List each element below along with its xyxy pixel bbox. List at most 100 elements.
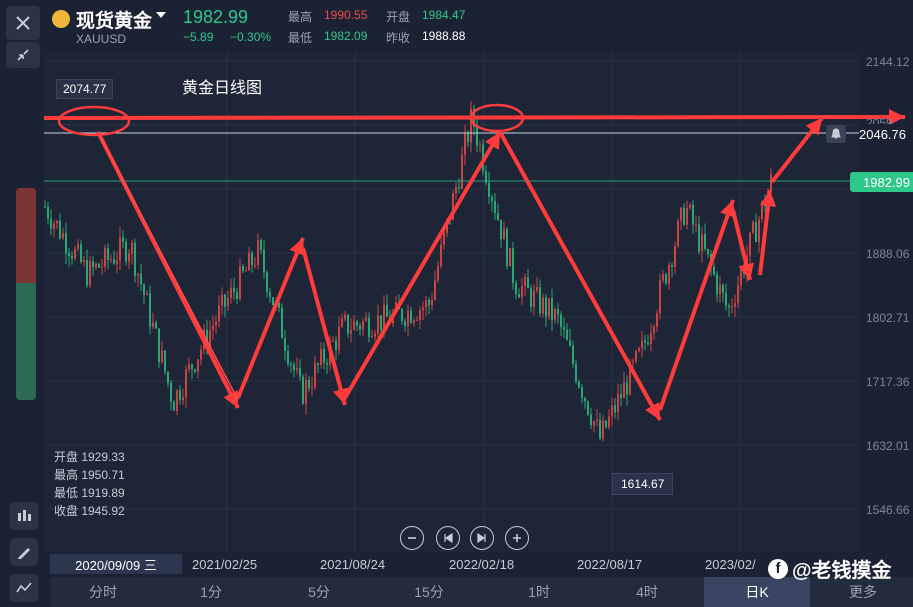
instrument-title[interactable]: 现货黄金 [76, 6, 152, 33]
candle-body [248, 252, 250, 271]
scroll-start-button[interactable] [436, 526, 460, 550]
candle-body [734, 303, 736, 307]
candle-body [338, 326, 340, 350]
candle-body [728, 305, 730, 308]
candle-body [455, 187, 457, 194]
candle-body [188, 364, 190, 370]
candle-body [431, 299, 433, 306]
candle-body [173, 401, 175, 411]
tab-15min[interactable]: 15分 [376, 577, 482, 607]
candle-body [293, 364, 295, 371]
candle-body [443, 232, 445, 245]
price-change-pct: −0.30% [230, 30, 272, 44]
candle-body [422, 307, 424, 310]
tab-4hour[interactable]: 4时 [594, 577, 700, 607]
candle-body [302, 376, 304, 404]
candle-body [662, 274, 664, 280]
candle-body [521, 285, 523, 298]
candle-body [176, 390, 178, 411]
candle-body [212, 325, 214, 331]
candle-body [554, 309, 556, 320]
candle-body [284, 338, 286, 352]
candle-body [488, 182, 490, 197]
trend-arrow [236, 237, 305, 399]
collapse-button[interactable] [6, 42, 40, 68]
high-label: 最高 [288, 10, 313, 24]
open-value: 1984.47 [422, 8, 466, 22]
alert-price-tag[interactable]: 2046.76 [859, 124, 913, 144]
indicators-button[interactable] [10, 502, 38, 530]
candle-body [254, 265, 256, 267]
candle-body [551, 298, 553, 320]
candle-body [533, 290, 535, 307]
price-change: −5.89 [183, 30, 214, 44]
candle-body [245, 270, 247, 272]
candle-body [287, 351, 289, 364]
candle-body [707, 248, 709, 255]
candle-body [56, 220, 58, 224]
x-axis-label: 2021/02/25 [192, 557, 258, 572]
candle-body [494, 201, 496, 213]
candle-body [671, 264, 673, 267]
candle-body [440, 244, 442, 267]
x-axis-label: 2022/02/18 [449, 557, 515, 572]
instrument-symbol: XAUUSD [76, 32, 127, 46]
tab-1min[interactable]: 1分 [158, 577, 264, 607]
candle-body [200, 349, 202, 360]
candle-body [194, 369, 196, 372]
y-axis-label: 1802.71 [866, 311, 910, 325]
candle-body [620, 393, 622, 399]
candle-body [185, 369, 187, 398]
draw-button[interactable] [10, 538, 38, 566]
candle-body [320, 348, 322, 365]
tab-5min[interactable]: 5分 [266, 577, 372, 607]
candle-body [602, 420, 604, 439]
candle-body [515, 282, 517, 295]
chevron-down-icon[interactable] [156, 12, 166, 18]
candle-body [674, 246, 676, 267]
watermark-text: @老钱摸金 [792, 560, 892, 582]
zoom-in-button[interactable] [505, 526, 529, 550]
candle-body [458, 187, 460, 189]
candle-body [539, 287, 541, 314]
candle-body [44, 206, 46, 208]
candle-body [461, 154, 463, 189]
candle-body [638, 348, 640, 351]
candle-body [197, 359, 199, 372]
candle-body [170, 382, 172, 402]
candle-body [545, 297, 547, 317]
candle-body [344, 314, 346, 319]
chart-type-button[interactable] [10, 574, 38, 602]
y-axis-label: 1546.66 [866, 503, 910, 517]
low-label: 最低 [288, 31, 313, 45]
pencil-icon [18, 548, 30, 559]
tab-timeshare[interactable]: 分时 [50, 577, 156, 607]
close-button[interactable] [6, 6, 40, 40]
candle-body [596, 419, 598, 422]
candle-body [467, 133, 469, 143]
ohlc-close: 收盘 1945.92 [54, 504, 125, 518]
candle-body [317, 363, 319, 365]
facebook-icon: f [768, 558, 788, 579]
candle-body [233, 287, 235, 292]
candle-body [608, 416, 610, 428]
candle-body [437, 266, 439, 281]
scroll-end-button[interactable] [470, 526, 494, 550]
candle-body [224, 294, 226, 307]
candle-body [305, 379, 307, 404]
candle-body [686, 207, 688, 225]
candle-body [65, 233, 67, 254]
candle-body [704, 233, 706, 249]
candle-body [350, 329, 352, 334]
candle-body [464, 133, 466, 155]
bell-icon[interactable] [826, 125, 846, 143]
candle-body [659, 279, 661, 314]
zoom-out-button[interactable] [400, 526, 424, 550]
candle-body [560, 314, 562, 328]
candle-body [683, 207, 685, 225]
candle-body [641, 340, 643, 349]
candle-body [614, 405, 616, 413]
candle-body [713, 266, 715, 275]
candle-body [215, 321, 217, 326]
tab-1hour[interactable]: 1时 [486, 577, 592, 607]
